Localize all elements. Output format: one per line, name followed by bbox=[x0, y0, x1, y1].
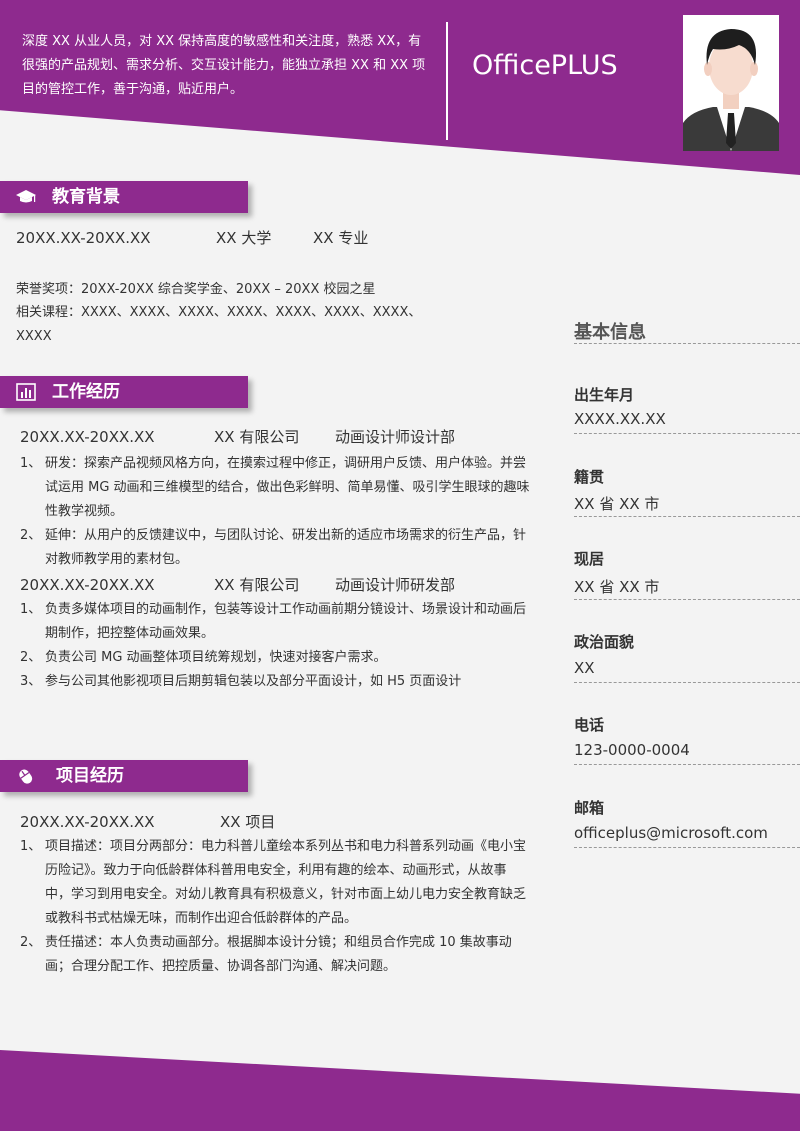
list-item-number: 2、 bbox=[20, 935, 42, 950]
project-period: 20XX.XX-20XX.XX bbox=[20, 813, 155, 831]
basic-info-title: 基本信息 bbox=[574, 322, 646, 343]
project-details-list: 1、 项目描述：项目分两部分：电力科普儿童绘本系列丛书和电力科普系列动画《电小宝历… bbox=[20, 835, 530, 979]
bar-chart-icon bbox=[16, 383, 36, 401]
dashed-divider bbox=[574, 433, 800, 434]
birth-date-label: 出生年月 bbox=[574, 386, 635, 404]
work-title: 工作经历 bbox=[52, 382, 120, 402]
list-item-number: 1、 bbox=[20, 456, 42, 471]
political-status-value: XX bbox=[574, 659, 595, 677]
brand-name: OfficePLUS bbox=[472, 50, 618, 81]
dashed-divider bbox=[574, 847, 800, 848]
projects-title: 项目经历 bbox=[56, 766, 124, 786]
project-name: XX 项目 bbox=[220, 813, 276, 831]
list-item: 3、 参与公司其他影视项目后期剪辑包装以及部分平面设计，如 H5 页面设计 bbox=[20, 670, 530, 694]
residence-value: XX 省 XX 市 bbox=[574, 578, 660, 596]
graduation-cap-icon bbox=[16, 190, 36, 203]
list-item: 2、 负责公司 MG 动画整体项目统筹规划，快速对接客户需求。 bbox=[20, 646, 530, 670]
email-value: officeplus@microsoft.com bbox=[574, 824, 768, 842]
list-item-number: 3、 bbox=[20, 674, 42, 689]
education-title: 教育背景 bbox=[52, 187, 120, 207]
list-item: 1、 项目描述：项目分两部分：电力科普儿童绘本系列丛书和电力科普系列动画《电小宝历… bbox=[20, 835, 530, 931]
education-honors: 荣誉奖项：20XX-20XX 综合奖学金、20XX – 20XX 校园之星 bbox=[16, 282, 376, 297]
list-item-text: 负责公司 MG 动画整体项目统筹规划，快速对接客户需求。 bbox=[45, 650, 387, 665]
list-item: 2、 延伸：从用户的反馈建议中，与团队讨论、研发出新的适应市场需求的衍生产品，针对… bbox=[20, 524, 530, 572]
residence-label: 现居 bbox=[574, 550, 605, 568]
birth-date-value: XXXX.XX.XX bbox=[574, 410, 666, 428]
job-duties-list: 1、 研发：探索产品视频风格方向，在摸索过程中修正，调研用户反馈、用户体验。并尝试… bbox=[20, 452, 530, 572]
list-item: 1、 研发：探索产品视频风格方向，在摸索过程中修正，调研用户反馈、用户体验。并尝试… bbox=[20, 452, 530, 524]
dashed-divider bbox=[574, 599, 800, 600]
education-major: XX 专业 bbox=[313, 229, 369, 247]
job-position: 动画设计师设计部 bbox=[335, 428, 456, 446]
list-item: 2、 责任描述：本人负责动画部分。根据脚本设计分镜；和组员合作完成 10 集故事动… bbox=[20, 931, 530, 979]
list-item-number: 1、 bbox=[20, 839, 42, 854]
education-school: XX 大学 bbox=[216, 229, 272, 247]
footer-band bbox=[0, 1050, 800, 1131]
education-period: 20XX.XX-20XX.XX bbox=[16, 229, 151, 247]
section-header-projects: 项目经历 bbox=[0, 760, 248, 792]
job-position: 动画设计师研发部 bbox=[335, 576, 456, 594]
job-period: 20XX.XX-20XX.XX bbox=[20, 576, 155, 594]
phone-label: 电话 bbox=[574, 716, 605, 734]
dashed-divider bbox=[574, 682, 800, 683]
email-label: 邮箱 bbox=[574, 799, 605, 817]
list-item-text: 责任描述：本人负责动画部分。根据脚本设计分镜；和组员合作完成 10 集故事动画；… bbox=[45, 935, 512, 974]
political-status-label: 政治面貌 bbox=[574, 633, 635, 651]
header-divider bbox=[446, 22, 448, 140]
dashed-divider bbox=[574, 764, 800, 765]
job-company: XX 有限公司 bbox=[214, 428, 300, 446]
job-duties-list: 1、 负责多媒体项目的动画制作，包装等设计工作动画前期分镜设计、场景设计和动画后期… bbox=[20, 598, 530, 694]
job-company: XX 有限公司 bbox=[214, 576, 300, 594]
intro-text: 深度 XX 从业人员，对 XX 保持高度的敏感性和关注度，熟悉 XX，有很强的产… bbox=[22, 34, 426, 97]
section-header-education: 教育背景 bbox=[0, 181, 248, 213]
mouse-icon bbox=[19, 769, 33, 784]
list-item-text: 项目描述：项目分两部分：电力科普儿童绘本系列丛书和电力科普系列动画《电小宝历险记… bbox=[45, 839, 527, 926]
hometown-label: 籍贯 bbox=[574, 468, 605, 486]
list-item-number: 1、 bbox=[20, 602, 42, 617]
education-courses: 相关课程：XXXX、XXXX、XXXX、XXXX、XXXX、XXXX、XXXX、… bbox=[16, 305, 422, 344]
hometown-value: XX 省 XX 市 bbox=[574, 495, 660, 513]
dashed-divider bbox=[574, 343, 800, 344]
profile-photo bbox=[683, 15, 779, 151]
job-period: 20XX.XX-20XX.XX bbox=[20, 428, 155, 446]
list-item: 1、 负责多媒体项目的动画制作，包装等设计工作动画前期分镜设计、场景设计和动画后期… bbox=[20, 598, 530, 646]
phone-value: 123-0000-0004 bbox=[574, 741, 690, 759]
list-item-text: 延伸：从用户的反馈建议中，与团队讨论、研发出新的适应市场需求的衍生产品，针对教师… bbox=[45, 528, 527, 567]
section-header-work: 工作经历 bbox=[0, 376, 248, 408]
list-item-text: 研发：探索产品视频风格方向，在摸索过程中修正，调研用户反馈、用户体验。并尝试运用… bbox=[45, 456, 530, 519]
list-item-text: 参与公司其他影视项目后期剪辑包装以及部分平面设计，如 H5 页面设计 bbox=[45, 674, 462, 689]
list-item-number: 2、 bbox=[20, 650, 42, 665]
list-item-number: 2、 bbox=[20, 528, 42, 543]
list-item-text: 负责多媒体项目的动画制作，包装等设计工作动画前期分镜设计、场景设计和动画后期制作… bbox=[45, 602, 527, 641]
dashed-divider bbox=[574, 516, 800, 517]
avatar-illustration bbox=[683, 15, 779, 151]
